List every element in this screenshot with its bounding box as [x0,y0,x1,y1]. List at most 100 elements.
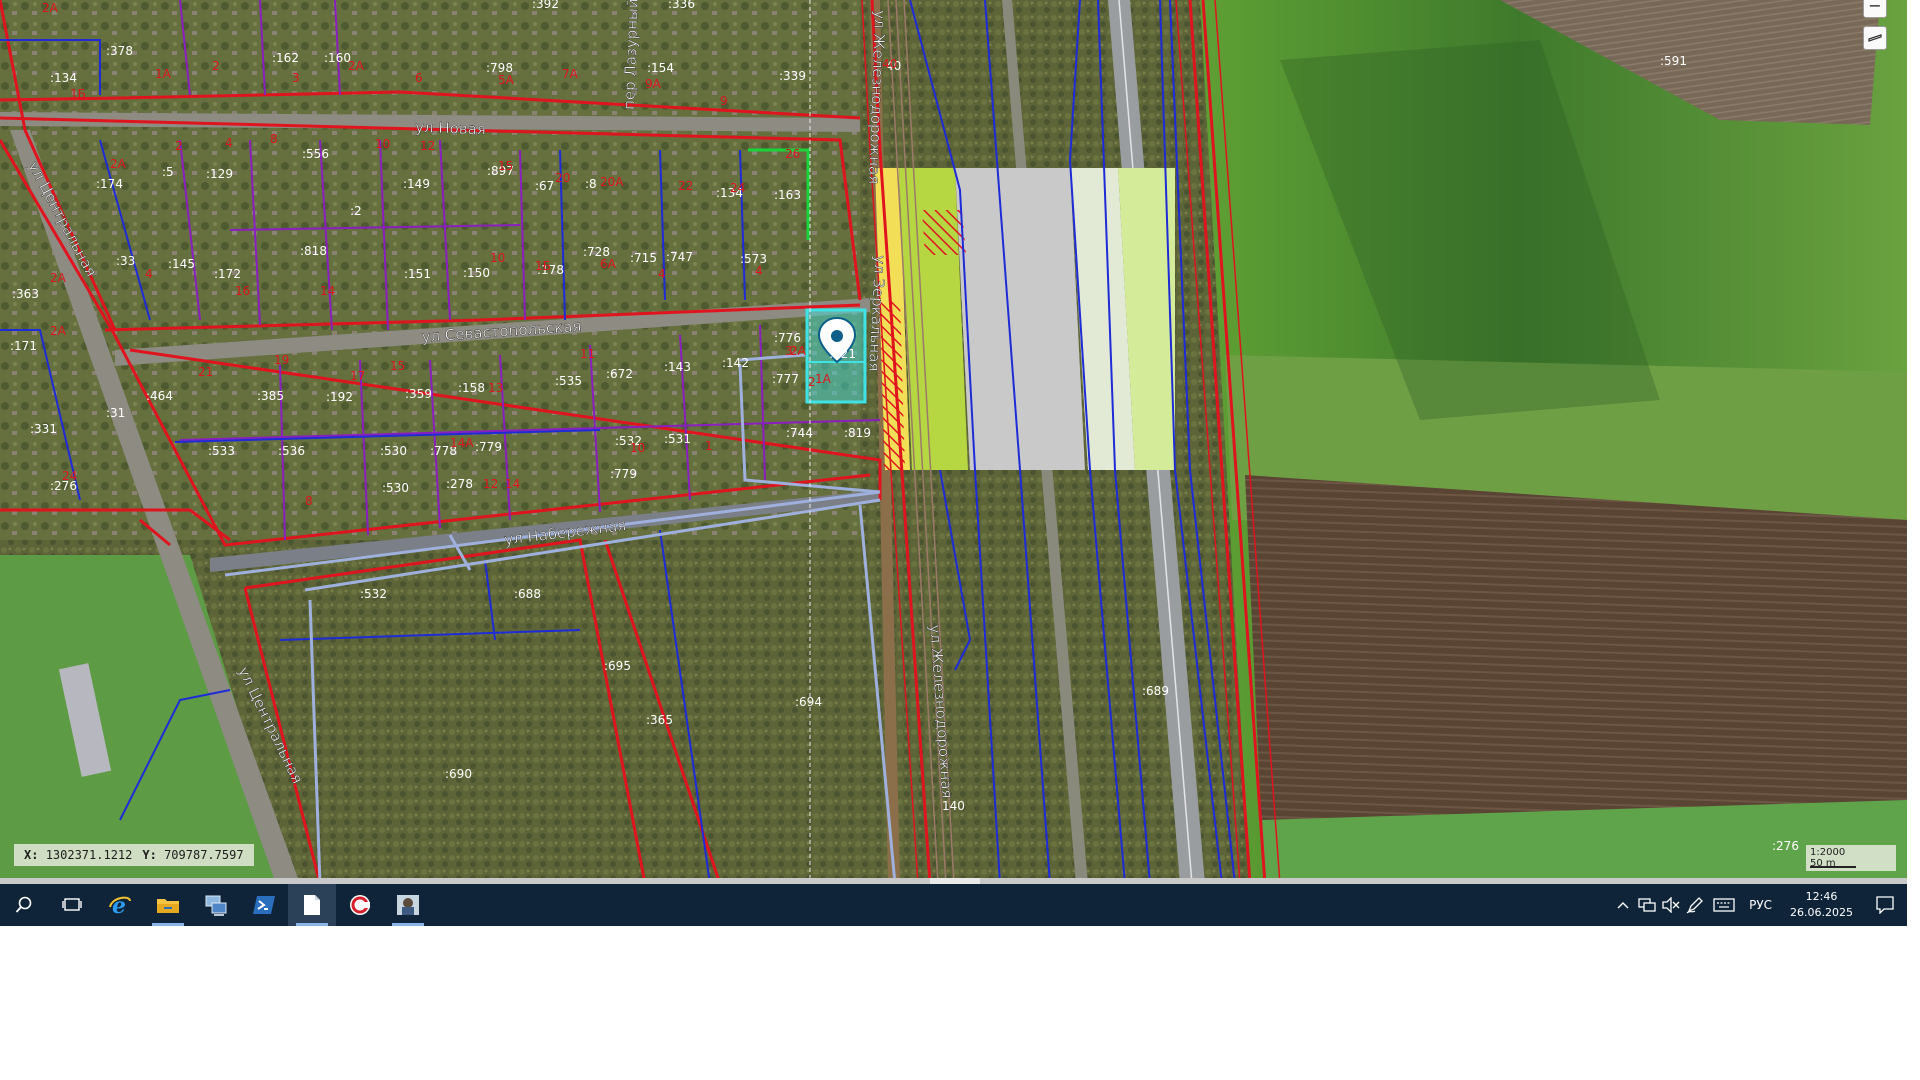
house-number: 24 [730,181,745,195]
circular-app-button[interactable] [336,884,384,926]
network-icon [1638,898,1656,912]
parcel-label: :530 [380,444,407,458]
house-number: 20 [555,171,570,185]
notification-icon [1876,896,1894,914]
search-button[interactable] [0,884,48,926]
svg-text:e: e [112,893,126,917]
network-computer-icon [205,895,227,916]
parcel-label: :821 [829,347,856,361]
house-number: 22 [678,179,693,193]
road-label: 140 [942,799,965,813]
house-number: 9 [720,94,728,108]
house-number: 8 [270,132,278,146]
house-number: 2А [110,157,127,171]
house-number: 10 [490,251,505,265]
parcel-label: :385 [257,389,284,403]
parcel-label: :573 [740,252,767,266]
parcel-label: :5 [162,165,174,179]
folder-icon [157,899,179,913]
parcel-label: :747 [666,250,693,264]
document-button[interactable] [288,884,336,926]
parcel-label: :672 [606,367,633,381]
photo-icon [397,895,419,915]
network-app-button[interactable] [192,884,240,926]
house-number: 10 [630,441,645,455]
pen-workspace-button[interactable] [1683,884,1707,926]
parcel-label: :776 [774,331,801,345]
house-number: 40 [882,57,897,71]
map-canvas[interactable]: ул Новая ул Севастопольская ул Набережна… [0,0,1907,884]
search-icon [15,896,32,913]
parcel-label: :150 [463,266,490,280]
volume-button[interactable] [1659,884,1683,926]
house-number: 1А [815,372,832,386]
parcel-label: :694 [795,695,822,709]
clock[interactable]: 12:46 26.06.2025 [1780,889,1863,921]
house-number: 1Б [535,259,551,273]
zoom-out-button[interactable]: − [1863,0,1887,18]
parcel-label: :359 [405,387,432,401]
house-number: 15 [498,159,513,173]
parcel-label: :688 [514,587,541,601]
internet-explorer-button[interactable]: e [96,884,144,926]
house-number: 14А [450,436,474,450]
house-number: 6А [600,257,617,271]
task-view-button[interactable] [48,884,96,926]
house-number: 2А [348,59,365,73]
parcel-label: :31 [106,406,125,420]
parcel-label: :172 [214,267,241,281]
house-number: 2 [175,139,183,153]
house-number: 2А [50,271,67,285]
network-status-button[interactable] [1635,884,1659,926]
parcel-label: :464 [146,389,173,403]
powershell-button[interactable] [240,884,288,926]
house-number: 9А [645,77,662,91]
parcel-label: :154 [647,61,674,75]
chevron-up-icon [1617,902,1629,909]
house-number: 4 [755,264,763,278]
house-number: 2 [212,59,220,73]
parcel-label: :2 [350,204,362,218]
photo-app-button[interactable] [384,884,432,926]
house-number: 4 [658,267,666,281]
input-language-indicator[interactable]: РУС [1741,898,1780,912]
parcel-label: :530 [382,481,409,495]
house-number: 2А [42,1,59,15]
action-center-button[interactable] [1863,884,1907,926]
parcel-label: :129 [206,167,233,181]
parcel-label: :695 [604,659,631,673]
file-explorer-button[interactable] [144,884,192,926]
layers-button[interactable] [1863,26,1887,50]
house-number: 1 [705,439,713,453]
volume-muted-icon [1662,897,1680,913]
parcel-label: :331 [30,422,57,436]
parcel-label: :363 [12,287,39,301]
house-number: 13 [488,381,503,395]
touch-keyboard-button[interactable] [1707,884,1741,926]
house-number: 17 [350,369,365,383]
house-number: 21 [198,365,213,379]
parcel-label: :163 [774,188,801,202]
parcel-label: :392 [532,0,559,11]
powershell-icon [253,896,275,914]
show-hidden-icons-button[interactable] [1611,884,1635,926]
circle-app-icon [350,895,370,915]
parcel-label: :149 [403,177,430,191]
parcel-label: :336 [668,0,695,11]
parcel-label: :365 [646,713,673,727]
house-number: 20А [600,175,624,189]
house-number: 14 [505,477,520,491]
house-number: 2А [790,344,807,358]
parcel-label: :33 [116,254,135,268]
parcel-label: :819 [844,426,871,440]
parcel-label: :143 [664,360,691,374]
house-number: 3 [292,71,300,85]
parcel-label: :532 [360,587,387,601]
map-view[interactable]: ул Новая ул Севастопольская ул Набережна… [0,0,1907,884]
parcel-label: :531 [664,432,691,446]
ie-icon: e [109,893,131,917]
house-number: 7А [562,67,579,81]
parcel-label: :142 [722,356,749,370]
parcel-label: :777 [772,372,799,386]
clock-date: 26.06.2025 [1790,906,1853,919]
